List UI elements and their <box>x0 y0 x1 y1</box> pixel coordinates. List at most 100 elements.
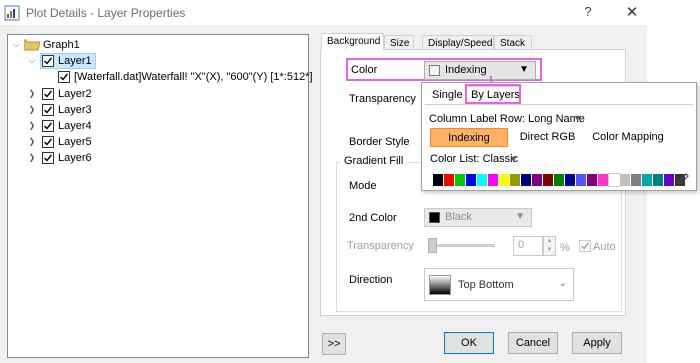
chevron-down-icon[interactable]: ▼ <box>509 154 518 164</box>
palette-swatch[interactable] <box>477 174 488 186</box>
second-color-value: Black <box>445 211 472 223</box>
palette-swatch[interactable] <box>488 174 499 186</box>
gradient-fill-label: Gradient Fill <box>341 155 407 167</box>
color-label: Color <box>351 64 378 76</box>
plot-details-icon <box>4 5 20 21</box>
tree-label: Layer6 <box>58 152 92 164</box>
auto-label: Auto <box>593 241 616 253</box>
color-swatch <box>429 65 440 76</box>
border-style-label: Border Style <box>349 136 410 148</box>
tree-node-layer6[interactable]: ❯ Layer6 <box>26 150 96 166</box>
palette-swatch[interactable] <box>543 174 554 186</box>
mode-label: Mode <box>349 180 377 192</box>
layer-checkbox[interactable] <box>42 152 54 164</box>
tree-label: [Waterfall.dat]Waterfall! "X"(X), "600"(… <box>74 71 313 83</box>
tree-node-graph1[interactable]: ⌵ Graph1 <box>10 37 100 53</box>
collapsed-arrow-icon[interactable]: ❯ <box>26 118 38 134</box>
pencil-icon[interactable] <box>676 172 690 186</box>
second-color-label: 2nd Color <box>349 212 397 224</box>
color-dropdown[interactable]: Indexing ▼ <box>424 61 536 80</box>
tree-node-dataplot[interactable]: [Waterfall.dat]Waterfall! "X"(X), "600"(… <box>58 69 313 85</box>
gradient-sample <box>429 275 451 295</box>
tree-node-layer1[interactable]: ⌵ Layer1 <box>26 53 96 69</box>
color-value: Indexing <box>445 64 487 76</box>
collapsed-arrow-icon[interactable]: ❯ <box>26 150 38 166</box>
palette-swatch[interactable] <box>466 174 477 186</box>
palette-swatch[interactable] <box>521 174 532 186</box>
chevron-down-icon: ⌄ <box>558 278 567 289</box>
tree-node-layer5[interactable]: ❯ Layer5 <box>26 134 96 150</box>
layer-checkbox[interactable] <box>42 104 54 116</box>
palette-swatch[interactable] <box>664 174 675 186</box>
indexing-button[interactable]: Indexing <box>430 128 508 147</box>
collapsed-arrow-icon[interactable]: ❯ <box>26 102 38 118</box>
palette-swatch[interactable] <box>565 174 576 186</box>
tree-label: Layer3 <box>58 104 92 116</box>
layer-checkbox[interactable] <box>42 136 54 148</box>
layer-checkbox[interactable] <box>42 55 54 67</box>
tab-background[interactable]: Background <box>321 33 384 50</box>
apply-button[interactable]: Apply <box>572 332 622 354</box>
window-title: Plot Details - Layer Properties <box>26 6 186 20</box>
palette-swatch[interactable] <box>532 174 543 186</box>
layer-checkbox[interactable] <box>42 88 54 100</box>
spin-buttons[interactable]: ▲ ▼ <box>543 236 556 256</box>
expand-arrow-icon[interactable]: ⌵ <box>10 37 22 53</box>
palette-swatch[interactable] <box>554 174 565 186</box>
palette-swatch[interactable] <box>444 174 455 186</box>
tree-label: Layer4 <box>58 120 92 132</box>
collapsed-arrow-icon[interactable]: ❯ <box>26 86 38 102</box>
title-bar: Plot Details - Layer Properties ? ✕ <box>0 0 700 25</box>
tree-label: Layer5 <box>58 136 92 148</box>
color-list-label[interactable]: Color List: Classic <box>430 153 518 165</box>
expand-button[interactable]: >> <box>322 333 346 355</box>
tree-label: Graph1 <box>43 39 80 51</box>
direction-dropdown[interactable]: Top Bottom ⌄ <box>424 268 574 301</box>
palette-swatch[interactable] <box>653 174 664 186</box>
palette-swatch[interactable] <box>608 173 621 187</box>
color-mapping-button[interactable]: Color Mapping <box>588 128 668 147</box>
auto-checkbox[interactable] <box>579 240 591 252</box>
transparency-label: Transparency <box>349 93 416 105</box>
tree-node-layer2[interactable]: ❯ Layer2 <box>26 86 96 102</box>
layer-checkbox[interactable] <box>42 120 54 132</box>
palette-swatch[interactable] <box>499 174 510 186</box>
color-swatch <box>429 212 440 223</box>
collapsed-arrow-icon[interactable]: ❯ <box>26 134 38 150</box>
direction-label: Direction <box>349 274 393 286</box>
palette-swatch[interactable] <box>455 174 466 186</box>
palette-swatch[interactable] <box>433 174 444 186</box>
palette-swatch[interactable] <box>620 174 631 186</box>
transparency-input[interactable]: 0 <box>513 236 543 256</box>
plot-checkbox[interactable] <box>58 71 70 83</box>
popup-tab-single[interactable]: Single <box>428 87 467 105</box>
help-button[interactable]: ? <box>578 4 598 22</box>
second-color-dropdown[interactable]: Black ▼ <box>424 208 532 227</box>
palette-swatch[interactable] <box>576 174 587 186</box>
percent-label: % <box>560 242 570 254</box>
palette-swatch[interactable] <box>587 174 598 186</box>
palette-swatch[interactable] <box>631 174 642 186</box>
color-palette[interactable] <box>433 173 686 187</box>
ok-button[interactable]: OK <box>444 332 494 354</box>
direction-value: Top Bottom <box>458 279 514 291</box>
palette-swatch[interactable] <box>510 174 521 186</box>
direct-rgb-button[interactable]: Direct RGB <box>515 128 580 147</box>
close-icon[interactable]: ✕ <box>622 3 642 23</box>
layer-tree[interactable]: ⌵ Graph1 ⌵ Layer1 [Waterfall.dat]Waterfa… <box>7 34 313 358</box>
tree-label: Layer2 <box>58 88 92 100</box>
column-label-row[interactable]: Column Label Row: Long Name <box>429 113 585 125</box>
by-layers-highlight-box <box>465 84 521 104</box>
expand-arrow-icon[interactable]: ⌵ <box>26 53 38 69</box>
chevron-down-icon[interactable]: ▼ <box>573 113 582 123</box>
palette-swatch[interactable] <box>598 174 609 186</box>
palette-swatch[interactable] <box>642 174 653 186</box>
chevron-down-icon: ▼ <box>519 64 529 75</box>
chevron-down-icon: ▼ <box>515 211 525 222</box>
folder-icon <box>24 39 40 51</box>
transparency-slider-thumb[interactable] <box>428 238 437 253</box>
tree-node-layer4[interactable]: ❯ Layer4 <box>26 118 96 134</box>
tree-node-layer3[interactable]: ❯ Layer3 <box>26 102 96 118</box>
cancel-button[interactable]: Cancel <box>508 332 558 354</box>
transparency-slider-track[interactable] <box>430 244 495 247</box>
